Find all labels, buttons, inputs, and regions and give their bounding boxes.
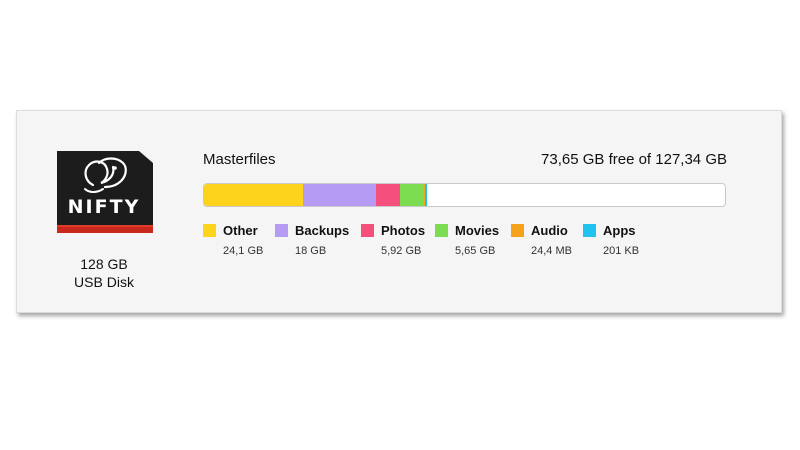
legend-item-apps: Apps 201 KB — [583, 223, 639, 257]
legend-swatch — [511, 224, 524, 237]
legend-swatch — [361, 224, 374, 237]
storage-usage-bar[interactable] — [203, 183, 726, 207]
legend-item-photos: Photos 5,92 GB — [361, 223, 425, 257]
legend-item-header: Audio — [511, 223, 572, 238]
legend-item-header: Apps — [583, 223, 639, 238]
legend-item-backups: Backups 18 GB — [275, 223, 349, 257]
legend-size: 5,65 GB — [455, 245, 496, 257]
nifty-drive-icon: NIFTY — [57, 151, 153, 233]
legend-size: 18 GB — [295, 245, 327, 257]
legend-size: 24,4 MB — [531, 245, 572, 257]
legend-size: 24,1 GB — [223, 245, 264, 257]
legend-item-audio: Audio 24,4 MB — [511, 223, 572, 257]
legend-item-movies: Movies 5,65 GB — [435, 223, 499, 257]
legend-size: 5,92 GB — [381, 245, 422, 257]
legend-item-other: Other 24,1 GB — [203, 223, 263, 257]
device-logo-text: NIFTY — [68, 196, 141, 218]
usage-segment-other[interactable] — [204, 184, 303, 206]
legend-item-header: Other — [203, 223, 263, 238]
volume-name: Masterfiles — [203, 151, 276, 168]
legend-label: Audio — [531, 223, 568, 238]
legend-swatch — [583, 224, 596, 237]
device-label: 128 GB USB Disk — [47, 255, 161, 291]
usage-segment-apps[interactable] — [425, 184, 427, 206]
legend-label: Photos — [381, 223, 426, 238]
legend-swatch — [435, 224, 448, 237]
legend-swatch — [203, 224, 216, 237]
device-capacity: 128 GB — [80, 256, 128, 272]
legend-swatch — [275, 224, 288, 237]
legend-label: Apps — [603, 223, 636, 238]
legend-label: Movies — [455, 223, 500, 238]
legend-size: 201 KB — [603, 245, 640, 257]
legend-item-header: Movies — [435, 223, 499, 238]
usage-segment-photos[interactable] — [376, 184, 401, 206]
legend-item-header: Backups — [275, 223, 349, 238]
legend-label: Backups — [295, 223, 350, 238]
free-space-text: 73,65 GB free of 127,34 GB — [541, 151, 727, 168]
legend-item-header: Photos — [361, 223, 425, 238]
usage-segment-backups[interactable] — [302, 184, 377, 206]
storage-panel: NIFTY 128 GB USB Disk Masterfiles 73,65 … — [16, 110, 782, 313]
usage-segment-movies[interactable] — [400, 184, 424, 206]
legend-label: Other — [223, 223, 258, 238]
device-type: USB Disk — [74, 274, 134, 290]
